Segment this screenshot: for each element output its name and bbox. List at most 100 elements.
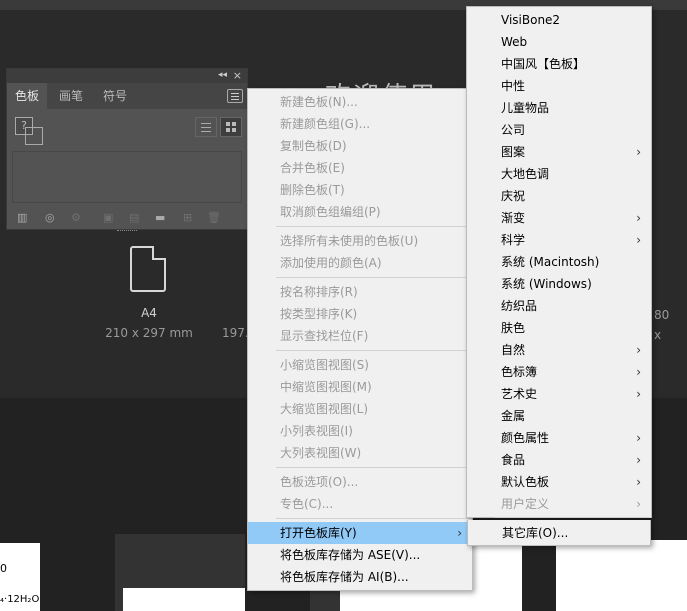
library-science[interactable]: 科学 › (467, 229, 651, 251)
new-group-folder-icon[interactable]: ▬ (155, 211, 165, 224)
menu-item-sort-by-name[interactable]: 按名称排序(R) (248, 281, 472, 303)
library-color-books[interactable]: 色标簿 › (467, 361, 651, 383)
library-neutral[interactable]: 中性 (467, 75, 651, 97)
submenu-arrow-icon: › (636, 365, 641, 379)
resize-grip[interactable] (117, 230, 137, 233)
tab-symbols[interactable]: 符号 (95, 83, 135, 109)
submenu-arrow-icon: › (636, 453, 641, 467)
menu-item-new-swatch[interactable]: 新建色板(N)... (248, 91, 472, 113)
submenu-item-label: 默认色板 (501, 475, 550, 489)
thumbnail-view-icon[interactable] (220, 117, 242, 137)
submenu-arrow-icon: › (457, 526, 462, 540)
menu-item-new-color-group[interactable]: 新建颜色组(G)... (248, 113, 472, 135)
library-skin-tones[interactable]: 肤色 (467, 317, 651, 339)
library-celebration[interactable]: 庆祝 (467, 185, 651, 207)
submenu-item-label: 用户定义 (501, 497, 550, 511)
library-other[interactable]: 其它库(O)... (468, 522, 652, 544)
menu-separator (276, 467, 472, 468)
menu-item-save-library-ai[interactable]: 将色板库存储为 AI(B)... (248, 566, 472, 588)
menu-item-merge-swatches[interactable]: 合并色板(E) (248, 157, 472, 179)
preset-card-a4[interactable]: A4 210 x 297 mm (90, 228, 208, 348)
library-visibone2[interactable]: VisiBone2 (467, 9, 651, 31)
swatches-flyout-menu: 新建色板(N)... 新建颜色组(G)... 复制色板(D) 合并色板(E) 删… (247, 88, 473, 591)
delete-icon[interactable]: 🗑 (207, 211, 221, 224)
library-corporate[interactable]: 公司 (467, 119, 651, 141)
submenu-arrow-icon: › (636, 497, 641, 511)
menu-separator (276, 350, 472, 351)
menu-item-sort-by-kind[interactable]: 按类型排序(K) (248, 303, 472, 325)
library-color-properties[interactable]: 颜色属性 › (467, 427, 651, 449)
preset-name: A4 (141, 306, 157, 320)
menu-separator (276, 277, 472, 278)
library-metal[interactable]: 金属 (467, 405, 651, 427)
menu-separator (276, 226, 472, 227)
show-kinds-icon[interactable]: ◎ (45, 211, 55, 224)
menu-item-duplicate-swatch[interactable]: 复制色板(D) (248, 135, 472, 157)
library-system-windows[interactable]: 系统 (Windows) (467, 273, 651, 295)
library-textiles[interactable]: 纺织品 (467, 295, 651, 317)
menu-item-spot-colors[interactable]: 专色(C)... (248, 493, 472, 515)
panel-titlebar[interactable]: ◂◂ × (7, 69, 247, 83)
library-chinese-style[interactable]: 中国风【色板】 (467, 53, 651, 75)
submenu-item-label: 色标簿 (501, 365, 538, 379)
swatches-panel: ◂◂ × 色板 画笔 符号 ? ▥ ◎ ⚙ ▣ ▤ ▬ ⊞ 🗑 (6, 68, 248, 233)
library-patterns[interactable]: 图案 › (467, 141, 651, 163)
thumb-text: ₄·12H₂O (0, 594, 40, 605)
submenu-arrow-icon: › (636, 233, 641, 247)
menu-item-ungroup-color-group[interactable]: 取消颜色组编组(P) (248, 201, 472, 223)
library-kids-stuff[interactable]: 儿童物品 (467, 97, 651, 119)
recent-thumb-image (556, 540, 687, 611)
menu-item-large-list[interactable]: 大列表视图(W) (248, 442, 472, 464)
tab-brushes[interactable]: 画笔 (51, 83, 91, 109)
add-to-library-icon[interactable]: ▣ (103, 211, 113, 224)
library-nature[interactable]: 自然 › (467, 339, 651, 361)
menu-separator (495, 517, 651, 518)
menu-item-save-library-ase[interactable]: 将色板库存储为 ASE(V)... (248, 544, 472, 566)
library-web[interactable]: Web (467, 31, 651, 53)
tab-swatches[interactable]: 色板 (7, 83, 48, 109)
preset-partial-right-size: x (654, 328, 662, 342)
submenu-arrow-icon: › (636, 343, 641, 357)
submenu-arrow-icon: › (636, 431, 641, 445)
submenu-item-label: 渐变 (501, 211, 526, 225)
menu-item-add-used-colors[interactable]: 添加使用的颜色(A) (248, 252, 472, 274)
submenu-arrow-icon: › (636, 475, 641, 489)
recent-thumb-image (123, 588, 245, 611)
library-gradients[interactable]: 渐变 › (467, 207, 651, 229)
close-icon[interactable]: × (233, 69, 242, 82)
collapse-icon[interactable]: ◂◂ (218, 70, 227, 80)
recent-thumb-image (470, 540, 522, 611)
swatch-options-icon[interactable]: ⚙ (71, 211, 81, 224)
menu-item-small-thumbnail[interactable]: 小缩览图视图(S) (248, 354, 472, 376)
document-icon (130, 246, 166, 292)
menu-item-select-unused[interactable]: 选择所有未使用的色板(U) (248, 230, 472, 252)
menu-item-delete-swatch[interactable]: 删除色板(T) (248, 179, 472, 201)
menu-item-large-thumbnail[interactable]: 大缩览图视图(L) (248, 398, 472, 420)
menu-item-small-list[interactable]: 小列表视图(I) (248, 420, 472, 442)
swatch-area (12, 151, 242, 203)
library-earthtone[interactable]: 大地色调 (467, 163, 651, 185)
submenu-arrow-icon: › (636, 387, 641, 401)
preset-size: 210 x 297 mm (105, 326, 193, 340)
menu-item-show-find-field[interactable]: 显示查找栏位(F) (248, 325, 472, 347)
new-swatch-icon[interactable]: ⊞ (183, 211, 192, 224)
list-view-icon[interactable] (195, 117, 217, 137)
library-menu-icon[interactable]: ▥ (17, 211, 27, 224)
library-default-swatches[interactable]: 默认色板 › (467, 471, 651, 493)
library-system-mac[interactable]: 系统 (Macintosh) (467, 251, 651, 273)
menu-item-open-swatch-library[interactable]: 打开色板库(Y) › (248, 522, 472, 544)
submenu-item-label: 科学 (501, 233, 526, 247)
color-group-icon[interactable]: ▤ (129, 211, 139, 224)
library-art-history[interactable]: 艺术史 › (467, 383, 651, 405)
submenu-item-label: 自然 (501, 343, 526, 357)
panel-menu-icon[interactable] (227, 89, 243, 103)
registration-swatch[interactable] (25, 127, 43, 145)
swatch-library-submenu: VisiBone2 Web 中国风【色板】 中性 儿童物品 公司 图案 › 大地… (466, 6, 652, 518)
menu-item-swatch-options[interactable]: 色板选项(O)... (248, 471, 472, 493)
menu-separator (276, 518, 472, 519)
submenu-item-label: 艺术史 (501, 387, 538, 401)
library-foods[interactable]: 食品 › (467, 449, 651, 471)
menu-item-medium-thumbnail[interactable]: 中缩览图视图(M) (248, 376, 472, 398)
library-user-defined[interactable]: 用户定义 › (467, 493, 651, 515)
submenu-arrow-icon: › (636, 145, 641, 159)
